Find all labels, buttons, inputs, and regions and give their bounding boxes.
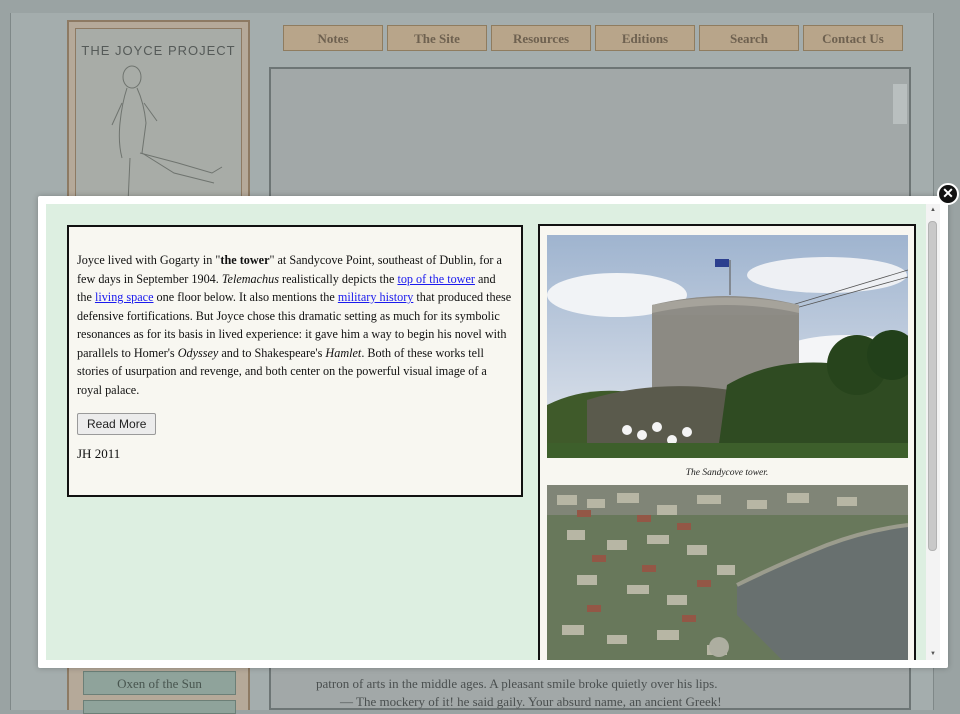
link-top-of-tower[interactable]: top of the tower (397, 272, 475, 286)
modal-scrollbar[interactable]: ▲ ▼ (926, 204, 940, 660)
joyce-figure-icon (111, 65, 223, 204)
sidebar-episode-button-next[interactable] (83, 700, 236, 714)
background-text-line: — The mockery of it! he said gaily. Your… (340, 694, 722, 709)
bold-term: the tower (220, 253, 270, 267)
nav-tab-editions[interactable]: Editions (595, 25, 695, 51)
link-living-space[interactable]: living space (95, 290, 154, 304)
content-scrollbar[interactable] (893, 84, 907, 124)
text-fragment: one floor below. It also mentions the (153, 290, 338, 304)
nav-tab-search[interactable]: Search (699, 25, 799, 51)
tower-photo[interactable] (547, 235, 908, 458)
text-fragment: Joyce lived with Gogarty in " (77, 253, 221, 267)
text-fragment: realistically depicts the (278, 271, 398, 286)
nav-tab-the-site[interactable]: The Site (387, 25, 487, 51)
author-signature: JH 2011 (77, 446, 121, 461)
note-text-panel: Joyce lived with Gogarty in "the tower" … (67, 225, 523, 497)
scroll-down-arrow-icon[interactable]: ▼ (926, 648, 940, 660)
nav-tab-notes[interactable]: Notes (283, 25, 383, 51)
modal-content: Joyce lived with Gogarty in "the tower" … (46, 204, 928, 660)
aerial-photo[interactable] (547, 485, 908, 660)
background-text-line: patron of arts in the middle ages. A ple… (316, 676, 718, 691)
text-fragment: and to Shakespeare's (218, 345, 326, 360)
nav-tab-contact-us[interactable]: Contact Us (803, 25, 903, 51)
italic-title: Hamlet (325, 345, 362, 360)
nav-tab-resources[interactable]: Resources (491, 25, 591, 51)
logo-title: THE JOYCE PROJECT (81, 43, 236, 58)
scroll-thumb[interactable] (928, 221, 937, 551)
tower-caption: The Sandycove tower. (685, 468, 769, 478)
link-military-history[interactable]: military history (338, 290, 414, 304)
close-icon[interactable]: ✕ (937, 183, 959, 205)
italic-title: Telemachus (221, 271, 279, 286)
note-description: Joyce lived with Gogarty in "the tower" … (77, 251, 513, 399)
sidebar-episode-button[interactable]: Oxen of the Sun (83, 671, 236, 695)
read-more-button[interactable]: Read More (77, 413, 157, 435)
image-panel: The Sandycove tower. (538, 224, 916, 660)
scroll-up-arrow-icon[interactable]: ▲ (926, 204, 940, 216)
site-logo[interactable]: THE JOYCE PROJECT (67, 20, 250, 210)
logo-panel: THE JOYCE PROJECT (75, 28, 242, 208)
italic-title: Odyssey (177, 345, 219, 360)
lightbox-modal: Joyce lived with Gogarty in "the tower" … (38, 196, 948, 668)
